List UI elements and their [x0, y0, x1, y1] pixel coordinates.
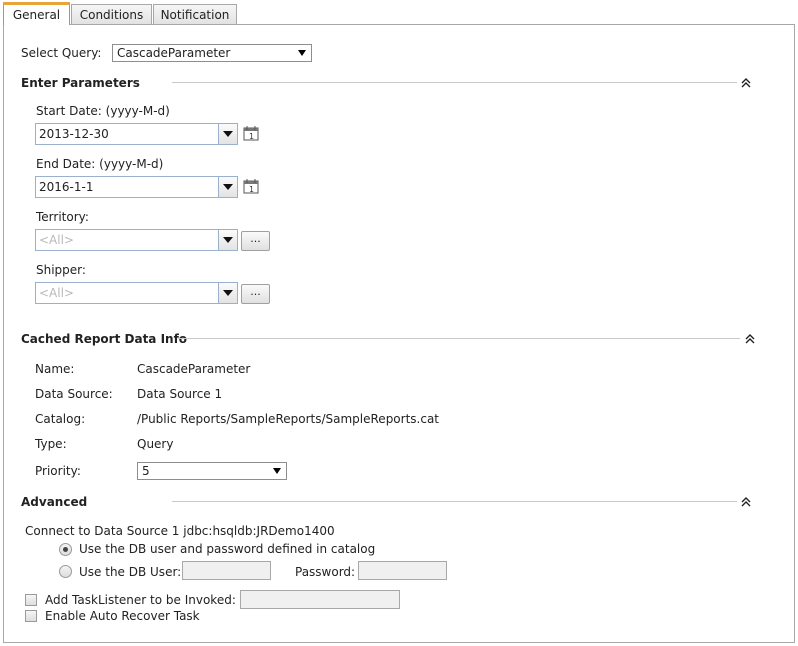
territory-label: Territory:: [36, 210, 89, 224]
shipper-value: <All>: [39, 286, 74, 300]
auto-recover-checkbox[interactable]: [25, 610, 37, 622]
section-divider: [178, 338, 740, 339]
shipper-dropdown-button[interactable]: [218, 283, 237, 303]
db-user-input[interactable]: [182, 561, 271, 580]
auto-recover-label: Enable Auto Recover Task: [45, 609, 200, 623]
double-chevron-up-icon[interactable]: [741, 78, 751, 88]
double-chevron-up-icon[interactable]: [741, 497, 751, 507]
radio-use-catalog-user-label: Use the DB user and password defined in …: [79, 542, 376, 556]
start-date-label: Start Date: (yyyy-M-d): [36, 104, 170, 118]
select-query-value: CascadeParameter: [117, 46, 231, 60]
calendar-icon[interactable]: 1: [243, 125, 259, 141]
tab-general[interactable]: General: [3, 2, 70, 25]
data-source-label: Data Source:: [35, 387, 113, 401]
svg-text:1: 1: [249, 185, 254, 194]
connect-text: Connect to Data Source 1 jdbc:hsqldb:JRD…: [25, 524, 335, 538]
priority-label: Priority:: [35, 464, 81, 478]
select-query-label: Select Query:: [21, 46, 102, 60]
territory-dropdown-button[interactable]: [218, 230, 237, 250]
start-date-combo[interactable]: 2013-12-30: [35, 123, 238, 145]
task-listener-input[interactable]: [240, 590, 400, 609]
tab-notification[interactable]: Notification: [153, 4, 237, 24]
priority-dropdown[interactable]: 5: [137, 462, 287, 480]
end-date-value: 2016-1-1: [39, 180, 94, 194]
start-date-dropdown-button[interactable]: [218, 124, 237, 144]
tab-conditions-label: Conditions: [79, 8, 144, 22]
name-value: CascadeParameter: [137, 362, 251, 376]
password-label: Password:: [295, 565, 356, 579]
name-label: Name:: [35, 362, 75, 376]
enter-parameters-title: Enter Parameters: [21, 76, 140, 90]
shipper-combo[interactable]: <All>: [35, 282, 238, 304]
radio-use-db-user[interactable]: [59, 565, 72, 578]
radio-use-catalog-user[interactable]: [59, 543, 72, 556]
svg-text:1: 1: [249, 132, 254, 141]
double-chevron-up-icon[interactable]: [745, 334, 755, 344]
tab-general-label: General: [12, 8, 61, 22]
tab-notification-label: Notification: [160, 8, 230, 22]
end-date-label: End Date: (yyyy-M-d): [36, 157, 164, 171]
territory-more-button[interactable]: ...: [241, 231, 270, 251]
catalog-value: /Public Reports/SampleReports/SampleRepo…: [137, 412, 440, 426]
dropdown-arrow-icon: [298, 50, 306, 56]
dropdown-arrow-icon: [273, 468, 281, 474]
cached-info-title: Cached Report Data Info: [21, 332, 188, 346]
radio-use-db-user-label: Use the DB User:: [79, 565, 182, 579]
catalog-label: Catalog:: [35, 412, 86, 426]
type-label: Type:: [35, 437, 67, 451]
select-query-dropdown[interactable]: CascadeParameter: [112, 44, 312, 62]
password-input[interactable]: [358, 561, 447, 580]
shipper-label: Shipper:: [36, 263, 86, 277]
section-divider: [172, 82, 737, 83]
task-listener-checkbox[interactable]: [25, 594, 37, 606]
shipper-more-button[interactable]: ...: [241, 284, 270, 304]
task-listener-label: Add TaskListener to be Invoked:: [45, 593, 236, 607]
advanced-title: Advanced: [21, 495, 88, 509]
start-date-value: 2013-12-30: [39, 127, 109, 141]
end-date-combo[interactable]: 2016-1-1: [35, 176, 238, 198]
end-date-dropdown-button[interactable]: [218, 177, 237, 197]
data-source-value: Data Source 1: [137, 387, 223, 401]
territory-combo[interactable]: <All>: [35, 229, 238, 251]
calendar-icon[interactable]: 1: [243, 178, 259, 194]
type-value: Query: [137, 437, 174, 451]
tab-conditions[interactable]: Conditions: [71, 4, 152, 24]
priority-value: 5: [142, 464, 150, 478]
territory-value: <All>: [39, 233, 74, 247]
section-divider: [172, 501, 737, 502]
